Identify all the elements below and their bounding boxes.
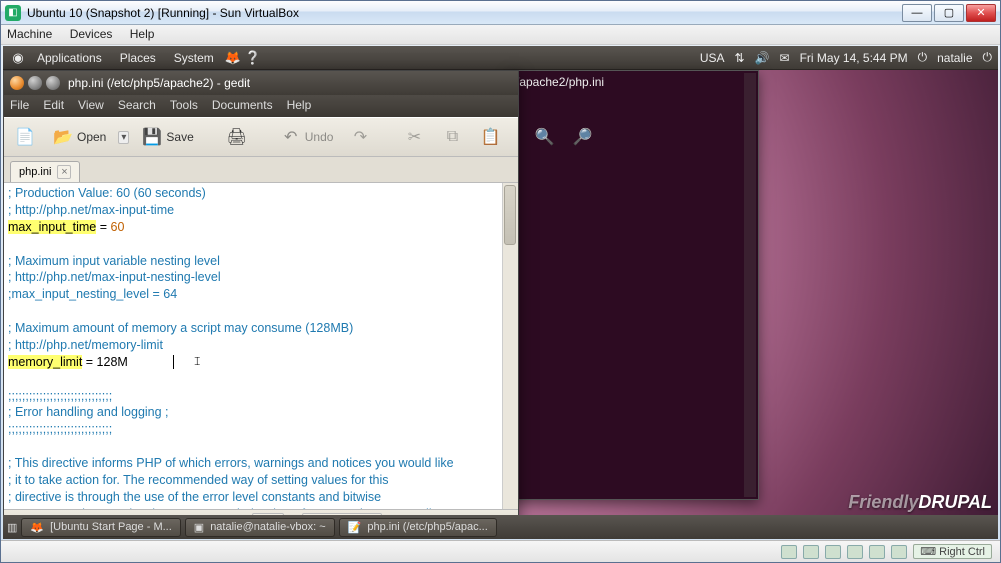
vbox-menu-help[interactable]: Help [130,27,155,41]
scrollbar-thumb[interactable] [504,185,516,245]
find-button[interactable]: 🔍 [529,123,559,151]
save-button[interactable]: 💾Save [137,123,197,151]
firefox-icon: 🦊 [30,521,44,534]
firefox-icon[interactable]: 🦊 [224,50,242,66]
vbox-title: Ubuntu 10 (Snapshot 2) [Running] - Sun V… [27,6,902,20]
vbox-menu-machine[interactable]: Machine [7,27,52,41]
vbox-statusbar: ⌨Right Ctrl [1,540,1000,562]
taskbar-item-terminal[interactable]: ▣natalie@natalie-vbox: ~ [185,518,335,537]
vbox-net-icon[interactable] [825,545,841,559]
taskbar-item-gedit[interactable]: 📝php.ini (/etc/php5/apac... [339,518,497,537]
cut-icon: ✂ [403,126,425,148]
menu-places[interactable]: Places [112,51,164,65]
vbox-usb-icon[interactable] [847,545,863,559]
close-button[interactable]: ✕ [966,4,996,22]
open-recent-dropdown[interactable]: ▾ [118,131,129,144]
undo-button[interactable]: ↶Undo [276,123,338,151]
text-cursor [173,355,174,369]
vbox-hdd-icon[interactable] [781,545,797,559]
shutdown-icon[interactable]: ⏻ [918,50,928,65]
gedit-menu-file[interactable]: File [10,98,29,114]
gedit-menu-documents[interactable]: Documents [212,98,273,114]
redo-icon: ↷ [349,126,371,148]
vbox-shared-icon[interactable] [869,545,885,559]
copy-icon: ⧉ [441,126,463,148]
terminal-output: /apache2/php.ini [516,75,752,89]
new-button[interactable]: 📄 [10,123,40,151]
gedit-menubar[interactable]: File Edit View Search Tools Documents He… [4,95,518,117]
mail-icon[interactable]: ✉ [780,51,790,65]
new-file-icon: 📄 [14,126,36,148]
keyboard-indicator[interactable]: USA [700,51,725,65]
ubuntu-logo-icon[interactable]: ◉ [9,50,27,66]
vbox-menu-devices[interactable]: Devices [70,27,113,41]
gedit-window[interactable]: php.ini (/etc/php5/apache2) - gedit File… [3,70,519,532]
gedit-tabstrip: php.ini × [4,157,518,183]
hostkey-icon: ⌨ [920,545,936,558]
clock[interactable]: Fri May 14, 5:44 PM [800,51,908,65]
gedit-maximize-button[interactable] [46,76,60,90]
gedit-menu-view[interactable]: View [78,98,104,114]
search-replace-icon: 🔎 [571,126,593,148]
gedit-menu-edit[interactable]: Edit [43,98,64,114]
vbox-titlebar[interactable]: ◧ Ubuntu 10 (Snapshot 2) [Running] - Sun… [1,1,1000,25]
gedit-title: php.ini (/etc/php5/apache2) - gedit [68,76,250,90]
virtualbox-window: ◧ Ubuntu 10 (Snapshot 2) [Running] - Sun… [0,0,1001,563]
tab-label: php.ini [19,166,51,178]
gedit-tab-phpini[interactable]: php.ini × [10,161,80,182]
editor-area[interactable]: ; Production Value: 60 (60 seconds) ; ht… [4,183,518,509]
user-menu[interactable]: natalie [937,51,972,65]
help-icon[interactable]: ❔ [244,50,262,66]
cut-button[interactable]: ✂ [399,123,429,151]
gedit-menu-tools[interactable]: Tools [170,98,198,114]
maximize-button[interactable]: ▢ [934,4,964,22]
vbox-mouse-icon[interactable] [891,545,907,559]
volume-icon[interactable]: 🔊 [755,51,770,65]
ubuntu-desktop: ◉ Applications Places System 🦊 ❔ USA ⇅ 🔊… [3,46,998,539]
watermark: FriendlyDRUPAL [848,492,992,513]
ini-key: memory_limit [8,355,82,369]
open-button[interactable]: 📂Open [48,123,110,151]
tab-close-icon[interactable]: × [57,165,71,179]
menu-applications[interactable]: Applications [29,51,110,65]
session-icon[interactable]: ⏻ [983,50,993,65]
gedit-titlebar[interactable]: php.ini (/etc/php5/apache2) - gedit [4,71,518,95]
vbox-menubar[interactable]: Machine Devices Help [1,25,1000,45]
vbox-cd-icon[interactable] [803,545,819,559]
terminal-icon: ▣ [194,521,204,534]
gedit-close-button[interactable] [10,76,24,90]
folder-open-icon: 📂 [52,126,74,148]
minimize-button[interactable]: — [902,4,932,22]
replace-button[interactable]: 🔎 [567,123,597,151]
editor-scrollbar[interactable] [502,183,518,509]
save-icon: 💾 [141,126,163,148]
print-icon: 🖨 [226,126,248,148]
menu-system[interactable]: System [166,51,222,65]
gnome-top-panel[interactable]: ◉ Applications Places System 🦊 ❔ USA ⇅ 🔊… [3,46,998,70]
redo-button[interactable]: ↷ [345,123,375,151]
gedit-menu-help[interactable]: Help [287,98,312,114]
undo-icon: ↶ [280,126,302,148]
gedit-icon: 📝 [348,521,362,534]
gedit-minimize-button[interactable] [28,76,42,90]
copy-button[interactable]: ⧉ [437,123,467,151]
terminal-scrollbar[interactable] [744,73,756,497]
paste-icon: 📋 [479,126,501,148]
gedit-toolbar: 📄 📂Open ▾ 💾Save 🖨 ↶Undo ↷ ✂ ⧉ 📋 🔍 🔎 [4,117,518,157]
network-icon[interactable]: ⇅ [735,51,745,65]
vbox-app-icon: ◧ [5,5,21,21]
print-button[interactable]: 🖨 [222,123,252,151]
taskbar-item-firefox[interactable]: 🦊[Ubuntu Start Page - M... [21,518,180,537]
vbox-hostkey[interactable]: ⌨Right Ctrl [913,544,992,559]
gnome-bottom-panel[interactable]: ▥ 🦊[Ubuntu Start Page - M... ▣natalie@na… [3,515,998,539]
search-icon: 🔍 [533,126,555,148]
paste-button[interactable]: 📋 [475,123,505,151]
ini-key: max_input_time [8,220,96,234]
gedit-menu-search[interactable]: Search [118,98,156,114]
show-desktop-icon[interactable]: ▥ [7,521,17,534]
